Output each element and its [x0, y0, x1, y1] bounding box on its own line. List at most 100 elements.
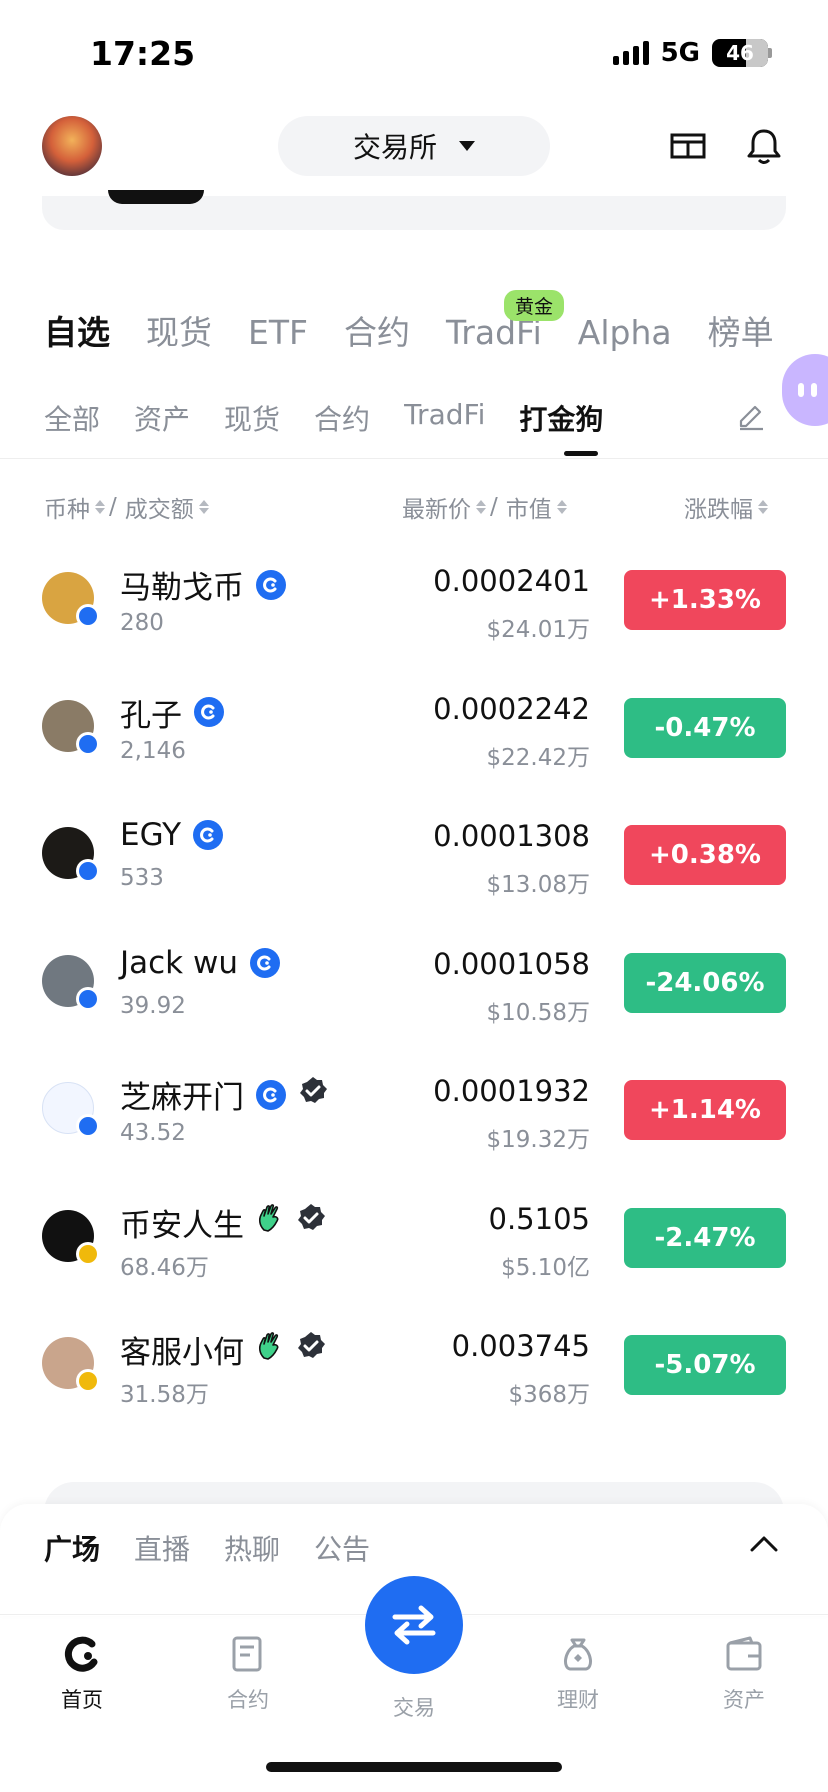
coin-market-cap: $24.01万 — [486, 617, 590, 643]
coin-name: EGY — [120, 817, 182, 853]
tab-watchlist[interactable]: 自选 — [44, 306, 110, 354]
column-header-coin[interactable]: 币种 / 成交额 — [44, 490, 209, 524]
tab-spot[interactable]: 现货 — [146, 306, 212, 354]
secondary-tabs: 全部 资产 现货 合约 TradFi 打金狗 — [44, 398, 603, 438]
nav-futures-label: 合约 — [227, 1688, 269, 1712]
nav-earn-label: 理财 — [557, 1688, 599, 1712]
coin-name: 芝麻开门 — [120, 1080, 244, 1116]
subtab-all[interactable]: 全部 — [44, 398, 100, 438]
subtab-assets[interactable]: 资产 — [134, 398, 190, 438]
change-badge[interactable]: -24.06% — [624, 952, 786, 1013]
feed-tab-hot[interactable]: 热聊 — [224, 1528, 280, 1568]
status-icons: 5G 46 — [612, 38, 772, 68]
home-indicator — [266, 1762, 562, 1772]
coin-price: 0.5105 — [488, 1201, 590, 1236]
sort-icon — [95, 500, 105, 514]
status-time: 17:25 — [90, 34, 196, 73]
nav-home-label: 首页 — [61, 1688, 103, 1712]
col-price-label: 最新价 — [402, 497, 471, 523]
feed-tab-square[interactable]: 广场 — [44, 1528, 100, 1568]
change-badge[interactable]: +1.14% — [624, 1080, 786, 1140]
change-badge[interactable]: -0.47% — [624, 697, 786, 758]
coin-name: Jack wu — [120, 944, 238, 981]
exchange-label: 交易所 — [352, 131, 437, 164]
coin-price: 0.0001058 — [433, 946, 590, 981]
table-row[interactable]: Jack wu 39.92 0.0001058 $10.58万 -24.06% — [0, 927, 828, 1055]
sort-icon — [758, 500, 768, 514]
coin-platform-icon — [193, 820, 224, 850]
coin-market-cap: $368万 — [508, 1382, 590, 1408]
tab-rankings[interactable]: 榜单 — [708, 306, 774, 354]
coin-name: 孔子 — [120, 697, 182, 734]
battery-level: 46 — [726, 41, 754, 65]
change-badge[interactable]: -2.47% — [624, 1207, 786, 1268]
verified-check-icon — [298, 1076, 328, 1114]
change-badge[interactable]: +1.33% — [624, 570, 786, 630]
feed-tabs: 广场 直播 热聊 公告 — [44, 1528, 370, 1568]
table-row[interactable]: 芝麻开门 43.52 0.0001932 $19.32万 +1.14% — [0, 1054, 828, 1182]
avatar[interactable] — [42, 116, 102, 176]
table-row[interactable]: 孔子 2,146 0.0002242 $22.42万 -0.47% — [0, 672, 828, 800]
subtab-tradfi[interactable]: TradFi — [404, 398, 485, 438]
hand-emoji-icon — [256, 1203, 284, 1241]
coin-platform-icon — [256, 569, 286, 600]
subtab-spot[interactable]: 现货 — [224, 398, 280, 438]
trade-button[interactable] — [365, 1576, 463, 1674]
battery-icon: 46 — [712, 39, 768, 67]
nav-futures[interactable]: 合约 — [188, 1634, 308, 1714]
sort-icon — [198, 500, 209, 514]
column-header-price[interactable]: 最新价 / 市值 — [402, 490, 567, 524]
feed-tab-announcements[interactable]: 公告 — [314, 1528, 370, 1568]
swap-arrows-icon — [392, 1605, 436, 1645]
sort-icon — [556, 500, 567, 514]
coin-market-cap: $19.32万 — [486, 1127, 590, 1153]
nav-earn[interactable]: 理财 — [518, 1634, 638, 1714]
wallet-icon — [726, 1636, 762, 1671]
chain-badge-icon — [76, 731, 100, 756]
coin-market-cap: $22.42万 — [486, 744, 590, 771]
assistant-float-button[interactable] — [782, 354, 828, 426]
edit-icon[interactable] — [736, 402, 766, 432]
coin-price: 0.003745 — [451, 1329, 590, 1363]
coin-price: 0.0001932 — [433, 1074, 590, 1108]
coin-market-cap: $5.10亿 — [501, 1254, 590, 1281]
coin-platform-icon — [194, 697, 224, 727]
table-row[interactable]: 马勒戈币 280 0.0002401 $24.01万 +1.33% — [0, 544, 828, 672]
change-badge[interactable]: -5.07% — [624, 1335, 786, 1395]
coin-volume: 533 — [120, 865, 164, 891]
bell-icon[interactable] — [742, 124, 786, 168]
tab-alpha[interactable]: Alpha — [578, 313, 672, 352]
chain-badge-icon — [76, 1114, 100, 1138]
tab-futures[interactable]: 合约 — [344, 306, 410, 354]
money-bag-icon — [564, 1638, 592, 1671]
coin-name: 客服小何 — [120, 1335, 244, 1371]
exchange-selector[interactable]: 交易所 — [278, 116, 550, 176]
coin-volume: 280 — [120, 610, 164, 636]
col-mcap-label: 市值 — [505, 497, 552, 523]
chain-badge-icon — [76, 859, 100, 883]
coin-market-cap: $10.58万 — [486, 999, 590, 1026]
col-change-label: 涨跌幅 — [684, 497, 753, 523]
layout-icon[interactable] — [666, 124, 710, 168]
banner-graphic — [108, 190, 204, 204]
table-row[interactable]: 客服小何 31.58万 0.003745 $368万 -5.07% — [0, 1309, 828, 1437]
subtab-futures[interactable]: 合约 — [314, 398, 370, 438]
nav-assets[interactable]: 资产 — [684, 1634, 804, 1714]
gold-badge: 黄金 — [504, 290, 565, 321]
signal-icon — [612, 41, 649, 65]
table-row[interactable]: 币安人生 68.46万 0.5105 $5.10亿 -2.47% — [0, 1182, 828, 1310]
col-volume-label: 成交额 — [124, 497, 194, 523]
subtab-dajingou[interactable]: 打金狗 — [519, 398, 603, 438]
table-row[interactable]: EGY 533 0.0001308 $13.08万 +0.38% — [0, 799, 828, 927]
feed-tab-live[interactable]: 直播 — [134, 1528, 190, 1568]
coin-name: 马勒戈币 — [120, 570, 244, 606]
change-badge[interactable]: +0.38% — [624, 825, 786, 885]
sort-icon — [476, 500, 486, 514]
futures-icon — [232, 1636, 262, 1672]
chevron-up-icon[interactable] — [748, 1532, 780, 1556]
column-header-change[interactable]: 涨跌幅 — [684, 490, 768, 524]
nav-home[interactable]: 首页 — [22, 1634, 142, 1714]
col-coin-label: 币种 — [44, 497, 90, 523]
coin-volume: 39.92 — [120, 992, 186, 1019]
tab-etf[interactable]: ETF — [248, 313, 308, 352]
